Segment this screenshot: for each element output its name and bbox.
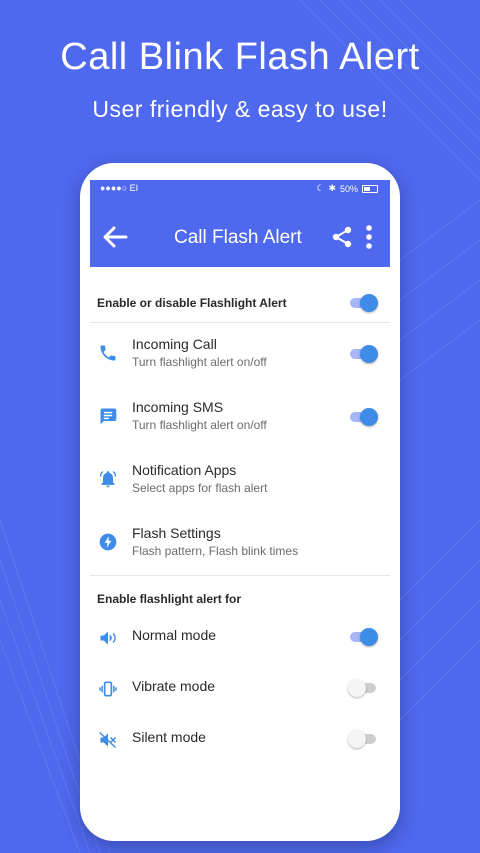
arrow-back-icon[interactable] — [100, 222, 130, 252]
battery-percent: 50% — [339, 183, 358, 194]
status-bar: ●●●●○ EI ☾ ✱ 50% — [90, 180, 390, 198]
mode-title: Vibrate mode — [132, 678, 216, 694]
modes-section-header: Enable flashlight alert for — [90, 576, 390, 612]
vibrate-icon — [99, 681, 117, 697]
mode-row-vibrate[interactable]: Vibrate mode — [90, 663, 390, 714]
list-item-incoming-call[interactable]: Incoming Call Turn flashlight alert on/o… — [90, 323, 390, 386]
volume-icon — [100, 631, 116, 645]
incoming-sms-toggle[interactable] — [348, 407, 378, 427]
moon-icon: ☾ — [316, 183, 325, 193]
carrier-signal: ●●●●○ EI — [100, 183, 139, 193]
item-title: Incoming SMS — [132, 399, 224, 415]
main-switch-row[interactable]: Enable or disable Flashlight Alert — [90, 281, 390, 323]
app-title: Call Flash Alert — [174, 227, 302, 248]
main-flash-toggle[interactable] — [348, 293, 378, 313]
main-switch-label: Enable or disable Flashlight Alert — [97, 296, 287, 310]
volume-off-icon — [99, 731, 117, 749]
more-vert-icon[interactable] — [362, 223, 376, 251]
message-icon — [100, 408, 117, 425]
promo-subline: User friendly & easy to use! — [92, 96, 388, 122]
mode-title: Normal mode — [132, 627, 217, 643]
battery-icon — [362, 184, 378, 193]
incoming-call-toggle[interactable] — [348, 344, 378, 364]
item-subtitle: Flash pattern, Flash blink times — [132, 544, 299, 558]
share-icon[interactable] — [330, 225, 354, 249]
promo-headline: Call Blink Flash Alert — [60, 36, 420, 78]
bluetooth-icon: ✱ — [328, 183, 336, 193]
item-subtitle: Turn flashlight alert on/off — [132, 355, 267, 369]
phone-screen: ●●●●○ EI ☾ ✱ 50% Call Flash Alert Enable… — [90, 180, 390, 822]
item-title: Incoming Call — [132, 336, 217, 352]
list-item-flash-settings[interactable]: Flash Settings Flash pattern, Flash blin… — [90, 512, 390, 575]
list-item-notification-apps[interactable]: Notification Apps Select apps for flash … — [90, 449, 390, 512]
modes-section-label: Enable flashlight alert for — [97, 592, 242, 606]
item-title: Flash Settings — [132, 525, 221, 541]
flash-icon — [99, 533, 117, 551]
item-subtitle: Turn flashlight alert on/off — [132, 418, 267, 432]
normal-mode-toggle[interactable] — [348, 627, 378, 647]
phone-icon — [100, 345, 116, 361]
silent-mode-toggle[interactable] — [348, 729, 378, 749]
vibrate-mode-toggle[interactable] — [348, 678, 378, 698]
app-bar: ●●●●○ EI ☾ ✱ 50% Call Flash Alert — [90, 180, 390, 267]
item-title: Notification Apps — [132, 462, 237, 478]
list-item-incoming-sms[interactable]: Incoming SMS Turn flashlight alert on/of… — [90, 386, 390, 449]
mode-row-normal[interactable]: Normal mode — [90, 612, 390, 663]
item-subtitle: Select apps for flash alert — [132, 481, 268, 495]
bell-ring-icon — [99, 470, 117, 488]
mode-row-silent[interactable]: Silent mode — [90, 714, 390, 765]
mode-title: Silent mode — [132, 729, 206, 745]
status-right: ☾ ✱ 50% — [316, 183, 378, 194]
